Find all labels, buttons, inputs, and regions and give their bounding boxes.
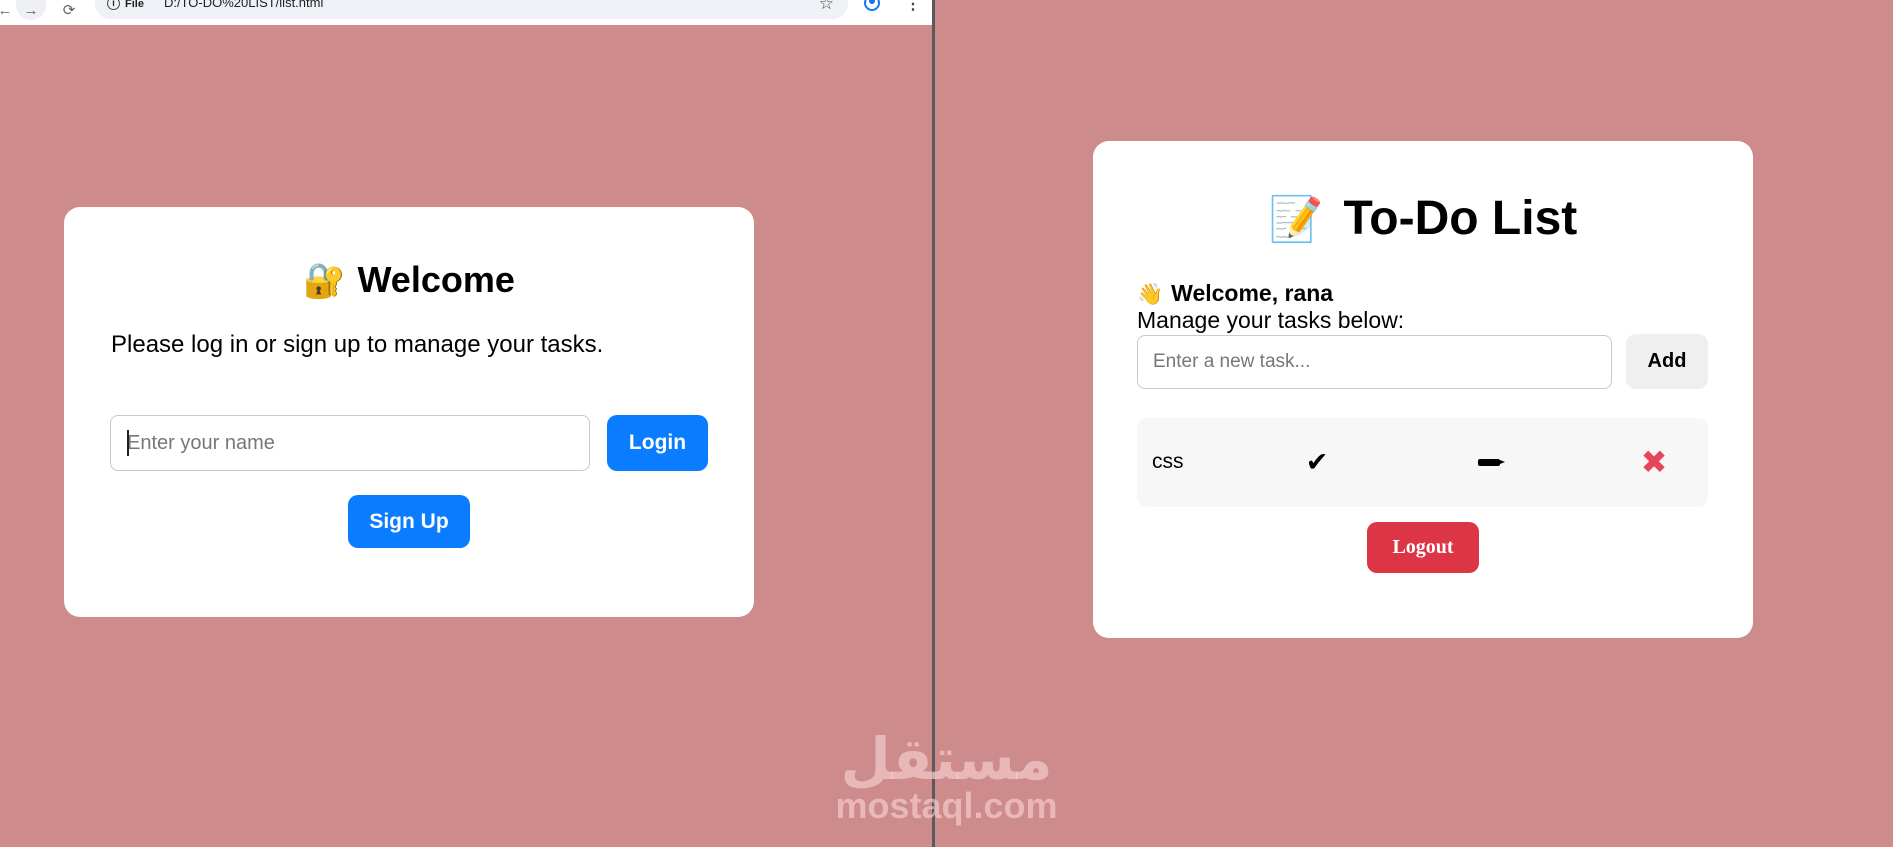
- forward-icon[interactable]: →: [16, 0, 46, 20]
- add-task-button[interactable]: Add: [1626, 334, 1708, 389]
- welcome-message: 👋 Welcome, rana: [1137, 280, 1333, 307]
- signup-button[interactable]: Sign Up: [348, 495, 470, 548]
- back-icon[interactable]: ←: [0, 0, 13, 20]
- welcome-text: Welcome, rana: [1171, 280, 1334, 306]
- complete-task-button[interactable]: ✔: [1302, 440, 1332, 484]
- lock-icon: 🔐: [303, 262, 346, 300]
- memo-icon: 📝: [1268, 195, 1324, 244]
- watermark-arabic: مستقل: [840, 725, 1053, 793]
- login-card: 🔐 Welcome Please log in or sign up to man…: [64, 207, 754, 617]
- task-input[interactable]: [1137, 335, 1612, 389]
- login-title: 🔐 Welcome: [64, 259, 754, 301]
- delete-task-button[interactable]: ✖: [1636, 440, 1672, 484]
- task-item: css ✔ ✖: [1137, 418, 1708, 507]
- bookmark-star-icon[interactable]: ☆: [819, 0, 834, 14]
- reload-icon[interactable]: ⟳: [58, 0, 80, 20]
- login-title-text: Welcome: [357, 259, 515, 300]
- todo-title: 📝 To-Do List: [1093, 191, 1753, 246]
- site-label: File: [125, 0, 144, 10]
- profile-icon[interactable]: [864, 0, 880, 11]
- name-input[interactable]: [110, 415, 590, 471]
- manage-text: Manage your tasks below:: [1137, 307, 1405, 333]
- browser-menu-icon[interactable]: ⋮: [905, 0, 921, 14]
- text-caret: [127, 430, 129, 456]
- wave-icon: 👋: [1137, 283, 1164, 306]
- edit-task-button[interactable]: [1471, 440, 1507, 484]
- watermark-latin: mostaql.com: [835, 785, 1058, 826]
- login-subtitle: Please log in or sign up to manage your …: [111, 331, 604, 358]
- pencil-icon: [1478, 458, 1505, 466]
- login-window: ← → ⟳ i File D:/TO-DO%20LIST/list.html ☆…: [0, 0, 932, 847]
- window-divider: [932, 0, 935, 847]
- info-icon[interactable]: i: [107, 0, 120, 10]
- login-button[interactable]: Login: [607, 415, 708, 471]
- todo-card: 📝 To-Do List 👋 Welcome, rana Manage your t…: [1093, 141, 1753, 638]
- logout-button[interactable]: Logout: [1367, 522, 1479, 573]
- address-bar[interactable]: i File D:/TO-DO%20LIST/list.html ☆: [95, 0, 848, 19]
- url-text[interactable]: D:/TO-DO%20LIST/list.html: [164, 0, 323, 10]
- task-text: css: [1152, 450, 1184, 473]
- watermark: مستقل mostaql.com: [834, 730, 1059, 824]
- browser-toolbar: ← → ⟳ i File D:/TO-DO%20LIST/list.html ☆…: [0, 0, 932, 25]
- todo-title-text: To-Do List: [1343, 192, 1578, 245]
